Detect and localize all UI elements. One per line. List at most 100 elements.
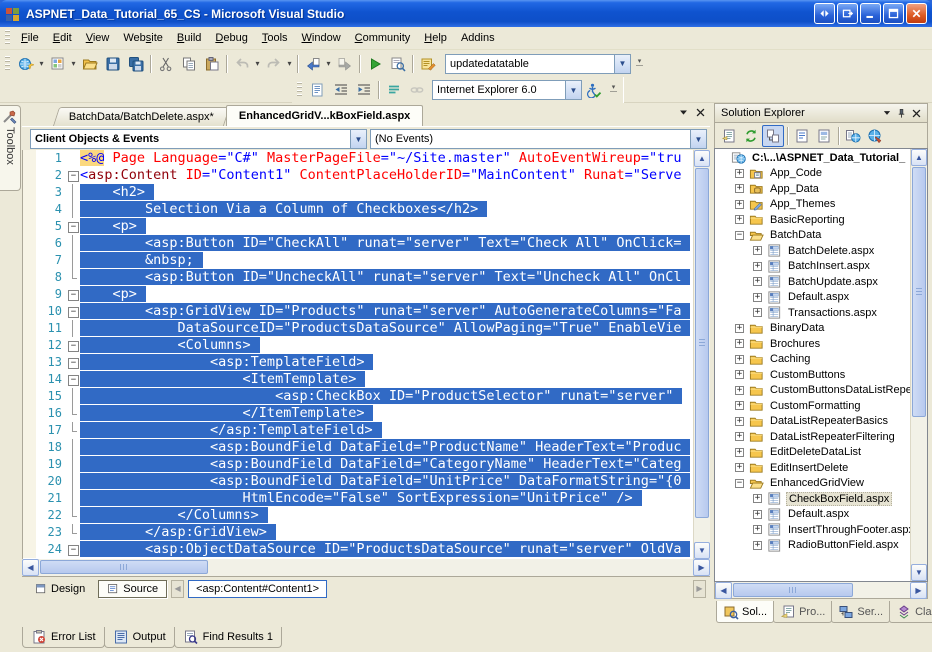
- tree-horizontal-scrollbar[interactable]: ◀ ▶: [714, 581, 928, 599]
- code-text[interactable]: </Columns>: [80, 507, 693, 524]
- redo-dropdown-icon[interactable]: ▾: [285, 53, 294, 75]
- tree-item-label[interactable]: Default.aspx: [786, 508, 851, 520]
- expand-icon[interactable]: +: [753, 509, 762, 519]
- tab-batchdelete[interactable]: BatchData/BatchDelete.aspx*: [52, 107, 231, 126]
- code-text[interactable]: <asp:CheckBox ID="ProductSelector" runat…: [80, 388, 693, 405]
- close-panel-icon[interactable]: [909, 106, 924, 121]
- scroll-up-icon[interactable]: ▲: [911, 149, 927, 166]
- toolbar-overflow-button[interactable]: ▾ —: [633, 53, 646, 75]
- expand-icon[interactable]: +: [753, 308, 762, 318]
- code-text[interactable]: HtmlEncode="False" SortExpression="UnitP…: [80, 490, 693, 507]
- expand-icon[interactable]: +: [753, 292, 762, 302]
- tag-navigator-breadcrumb[interactable]: <asp:Content#Content1>: [188, 579, 328, 598]
- menu-debug[interactable]: Debug: [208, 29, 254, 47]
- tree-item-label[interactable]: App_Data: [768, 183, 821, 195]
- code-text[interactable]: <asp:TemplateField>: [80, 354, 693, 371]
- code-text[interactable]: <p>: [80, 218, 693, 235]
- panel-tab-server-explorer[interactable]: Ser...: [831, 601, 891, 623]
- copy-website-button[interactable]: [842, 125, 864, 147]
- auto-hide-pin-icon[interactable]: [894, 106, 909, 121]
- code-text-area[interactable]: 1 <%@ Page Language="C#" MasterPageFile="…: [23, 150, 693, 559]
- tree-item-datalistrepeaterfiltering[interactable]: + DataListRepeaterFiltering: [715, 429, 910, 445]
- tree-item-datalistrepeaterbasics[interactable]: + DataListRepeaterBasics: [715, 414, 910, 430]
- find-in-files-button[interactable]: [416, 53, 439, 75]
- code-text[interactable]: <asp:Button ID="CheckAll" runat="server"…: [80, 235, 693, 252]
- tree-item-label[interactable]: Default.aspx: [786, 291, 851, 303]
- scroll-down-icon[interactable]: ▼: [694, 542, 710, 559]
- undo-button[interactable]: [230, 53, 253, 75]
- code-line-19[interactable]: 19 <asp:BoundField DataField="CategoryNa…: [23, 456, 693, 473]
- tree-item-radiobuttonfield-aspx[interactable]: + RadioButtonField.aspx: [715, 538, 910, 554]
- code-line-14[interactable]: 14 <ItemTemplate>: [23, 371, 693, 388]
- tree-item-label[interactable]: DataListRepeaterBasics: [768, 415, 890, 427]
- toolbar-grip[interactable]: [5, 55, 10, 72]
- tree-item-binarydata[interactable]: + BinaryData: [715, 321, 910, 337]
- code-line-15[interactable]: 15 <asp:CheckBox ID="ProductSelector" ru…: [23, 388, 693, 405]
- menu-tools[interactable]: Tools: [255, 29, 295, 47]
- close-document-icon[interactable]: [695, 107, 706, 118]
- expand-icon[interactable]: +: [735, 447, 744, 457]
- scroll-right-icon[interactable]: ▶: [910, 581, 927, 599]
- tree-item-label[interactable]: CustomFormatting: [768, 400, 862, 412]
- code-text[interactable]: </asp:GridView>: [80, 524, 693, 541]
- object-combo[interactable]: Client Objects & Events ▼: [30, 129, 367, 149]
- expand-icon[interactable]: +: [735, 432, 744, 442]
- view-designer-button[interactable]: [813, 125, 835, 147]
- code-line-24[interactable]: 24 <asp:ObjectDataSource ID="ProductsDat…: [23, 541, 693, 558]
- maximize-button[interactable]: [883, 3, 904, 24]
- tree-item-label[interactable]: EnhancedGridView: [768, 477, 866, 489]
- tree-item-label[interactable]: RadioButtonField.aspx: [786, 539, 901, 551]
- tree-item-basicreporting[interactable]: + BasicReporting: [715, 212, 910, 228]
- tree-item-label[interactable]: InsertThroughFooter.aspx: [786, 524, 910, 536]
- outline-margin[interactable]: [66, 286, 80, 303]
- tree-item-default-aspx[interactable]: + Default.aspx: [715, 507, 910, 523]
- minimize-button[interactable]: [860, 3, 881, 24]
- code-text[interactable]: <asp:BoundField DataField="CategoryName"…: [80, 456, 693, 473]
- tree-item-label[interactable]: CustomButtons: [768, 369, 847, 381]
- nest-related-files-button[interactable]: [762, 124, 784, 147]
- aspnet-configuration-button[interactable]: [864, 125, 886, 147]
- code-text[interactable]: <asp:GridView ID="Products" runat="serve…: [80, 303, 693, 320]
- code-line-18[interactable]: 18 <asp:BoundField DataField="ProductNam…: [23, 439, 693, 456]
- code-text[interactable]: <asp:BoundField DataField="UnitPrice" Da…: [80, 473, 693, 490]
- tab-checkboxfield[interactable]: EnhancedGridV...kBoxField.aspx: [225, 105, 424, 126]
- editor-vertical-scrollbar[interactable]: ▲ ▼: [693, 150, 710, 559]
- code-editor[interactable]: 1 <%@ Page Language="C#" MasterPageFile="…: [22, 150, 710, 559]
- copy-button[interactable]: [177, 53, 200, 75]
- tree-item-app-code[interactable]: + App_Code: [715, 166, 910, 182]
- outline-margin[interactable]: [66, 218, 80, 235]
- outline-margin[interactable]: [66, 167, 80, 184]
- scroll-right-icon[interactable]: ▶: [693, 559, 710, 576]
- navigate-forward-button[interactable]: [333, 53, 356, 75]
- menu-help[interactable]: Help: [417, 29, 454, 47]
- tree-item-label[interactable]: Transactions.aspx: [786, 307, 879, 319]
- tree-item-checkboxfield-aspx[interactable]: + CheckBoxField.aspx: [715, 491, 910, 507]
- increase-indent-button[interactable]: [352, 79, 375, 101]
- code-text[interactable]: <h2>: [80, 184, 693, 201]
- tree-item-label[interactable]: BatchUpdate.aspx: [786, 276, 880, 288]
- outline-margin[interactable]: [66, 337, 80, 354]
- tag-nav-right-icon[interactable]: ▶: [693, 579, 706, 598]
- horizontal-scroll-thumb[interactable]: [40, 560, 208, 574]
- tree-item-default-aspx[interactable]: + Default.aspx: [715, 290, 910, 306]
- scroll-left-icon[interactable]: ◀: [715, 581, 732, 599]
- tree-item-c-aspnet-data-tutorial-[interactable]: C:\...\ASPNET_Data_Tutorial_: [715, 150, 910, 166]
- tree-item-label[interactable]: Brochures: [768, 338, 822, 350]
- code-text[interactable]: </asp:TemplateField>: [80, 422, 693, 439]
- chevron-down-icon[interactable]: ▼: [350, 130, 366, 148]
- tree-item-batchupdate-aspx[interactable]: + BatchUpdate.aspx: [715, 274, 910, 290]
- tree-item-label[interactable]: App_Themes: [768, 198, 837, 210]
- properties-button[interactable]: [718, 125, 740, 147]
- code-line-13[interactable]: 13 <asp:TemplateField>: [23, 354, 693, 371]
- solution-explorer-header[interactable]: Solution Explorer: [714, 103, 928, 122]
- tree-vertical-scrollbar[interactable]: ▲ ▼: [910, 149, 927, 581]
- tree-item-label[interactable]: BatchInsert.aspx: [786, 260, 872, 272]
- chevron-down-icon[interactable]: ▼: [614, 54, 630, 73]
- code-line-23[interactable]: 23 </asp:GridView>: [23, 524, 693, 541]
- tree-item-batchdelete-aspx[interactable]: + BatchDelete.aspx: [715, 243, 910, 259]
- code-text[interactable]: <Columns>: [80, 337, 693, 354]
- expand-icon[interactable]: +: [735, 416, 744, 426]
- view-code-button[interactable]: [791, 125, 813, 147]
- cut-button[interactable]: [154, 53, 177, 75]
- tree-item-label[interactable]: CustomButtonsDataListRepeat: [768, 384, 910, 396]
